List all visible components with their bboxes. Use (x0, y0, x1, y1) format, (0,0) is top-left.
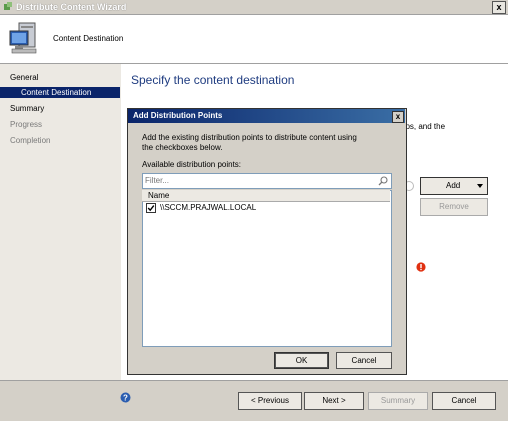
row-checkbox[interactable] (146, 203, 156, 213)
computer-icon (6, 19, 44, 57)
window-close-button[interactable]: x (492, 1, 506, 14)
filter-input[interactable] (145, 175, 370, 185)
window-titlebar: Distribute Content Wizard x (0, 0, 508, 15)
add-button-label: Add (446, 181, 461, 190)
add-dropdown-button[interactable]: Add (420, 177, 488, 195)
chevron-down-icon (477, 184, 483, 188)
wizard-sidebar (0, 64, 121, 420)
svg-text:?: ? (123, 394, 128, 403)
sidebar-item-summary[interactable]: Summary (10, 104, 44, 113)
sidebar-item-general[interactable]: General (10, 73, 38, 82)
search-icon (378, 176, 388, 186)
window-title: Distribute Content Wizard (16, 2, 127, 12)
dialog-close-button[interactable]: x (392, 111, 404, 123)
ok-button[interactable]: OK (274, 352, 329, 369)
wizard-app-icon (3, 2, 13, 12)
dialog-description: Add the existing distribution points to … (142, 133, 357, 152)
column-header-name[interactable]: Name (148, 190, 169, 201)
wizard-cancel-button[interactable]: Cancel (432, 392, 496, 410)
summary-button: Summary (368, 392, 428, 410)
wizard-header: Content Destination (0, 15, 508, 64)
previous-button[interactable]: < Previous (238, 392, 302, 410)
next-button[interactable]: Next > (304, 392, 364, 410)
distribution-point-name: \\SCCM.PRAJWAL.LOCAL (160, 203, 257, 212)
list-item[interactable]: \\SCCM.PRAJWAL.LOCAL (143, 202, 388, 214)
sidebar-item-completion: Completion (10, 136, 51, 145)
available-points-label: Available distribution points: (142, 160, 242, 169)
remove-button: Remove (420, 198, 488, 216)
main-description-fragment: ups, and the (401, 122, 446, 131)
error-icon (416, 262, 426, 272)
sidebar-item-content-destination[interactable]: Content Destination (21, 88, 91, 97)
filter-field[interactable] (142, 173, 392, 189)
dialog-titlebar: Add Distribution Points (128, 109, 405, 123)
list-header: Name (142, 190, 390, 202)
header-title: Content Destination (53, 34, 124, 43)
page-title: Specify the content destination (131, 73, 295, 87)
sidebar-item-progress: Progress (10, 120, 43, 129)
help-icon[interactable]: ? (120, 392, 131, 403)
dialog-title: Add Distribution Points (133, 111, 223, 120)
dialog-cancel-button[interactable]: Cancel (336, 352, 392, 369)
